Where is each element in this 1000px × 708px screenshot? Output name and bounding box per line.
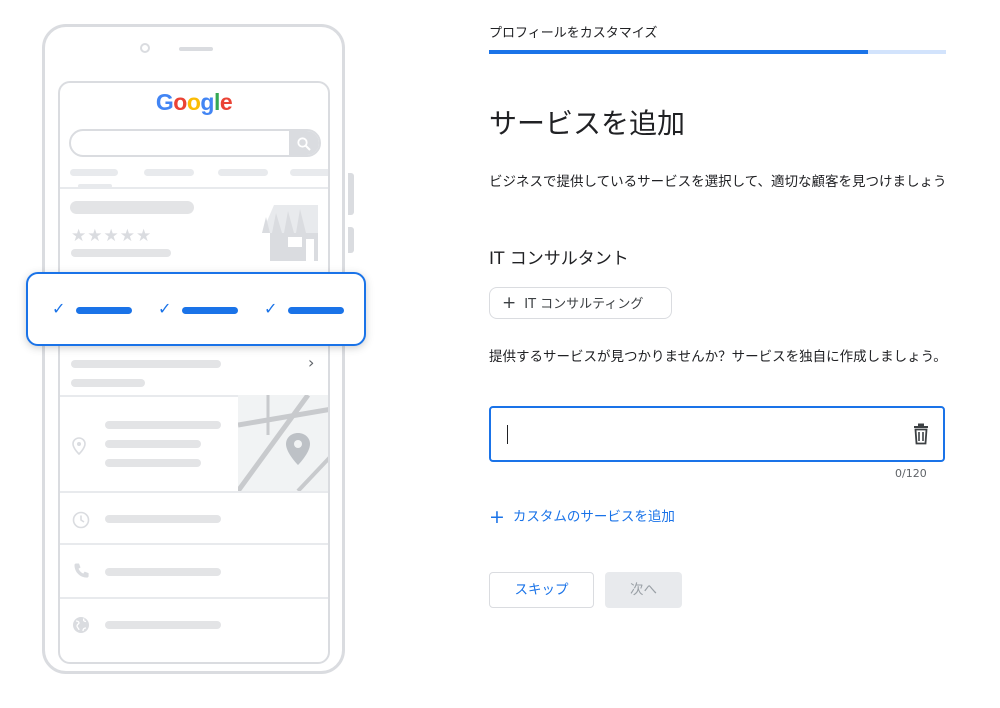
search-icon (289, 131, 319, 155)
chip-label: IT コンサルティング (524, 297, 644, 312)
placeholder-bar (105, 515, 221, 523)
progress-bar-fill (489, 50, 869, 54)
phone-illustration: Google ★★★★★ › (42, 24, 354, 674)
phone-side-button (348, 173, 354, 215)
delete-icon[interactable] (911, 423, 931, 449)
chevron-right-icon: › (308, 353, 315, 372)
placeholder-bar (70, 201, 194, 214)
phone-side-button (348, 227, 354, 253)
placeholder-bar (71, 379, 145, 387)
plus-icon: + (502, 293, 517, 313)
custom-service-input[interactable] (505, 420, 889, 450)
checkmark-icon: ✓ (264, 299, 278, 318)
custom-service-field[interactable] (489, 406, 945, 462)
selected-services-card: ✓ ✓ ✓ (26, 272, 366, 346)
progress-bar (489, 50, 946, 54)
business-category: IT コンサルタント (489, 249, 629, 269)
placeholder-bar (105, 568, 221, 576)
checkmark-icon: ✓ (158, 299, 172, 318)
text-caret (507, 425, 508, 444)
page-title: サービスを追加 (489, 107, 686, 140)
phone-camera (140, 43, 150, 53)
add-custom-service-link[interactable]: + カスタムのサービスを追加 (489, 505, 675, 528)
next-button[interactable]: 次へ (605, 572, 682, 608)
globe-icon (72, 616, 90, 638)
char-counter: 0/120 (895, 467, 927, 480)
progress-label: プロフィールをカスタマイズ (489, 26, 658, 41)
skip-button[interactable]: スキップ (489, 572, 594, 608)
suggested-service-chip[interactable]: + IT コンサルティング (489, 287, 672, 319)
phone-screen: Google ★★★★★ › (58, 81, 330, 664)
illustration-tabs (68, 169, 328, 177)
placeholder-bar (71, 360, 221, 368)
logo-letter: o (173, 89, 187, 115)
storefront-icon (260, 203, 322, 265)
logo-letter: o (186, 89, 201, 115)
checkmark-icon: ✓ (52, 299, 66, 318)
placeholder-bar (105, 421, 221, 429)
illustration-search-bar (69, 129, 321, 157)
logo-letter: e (219, 89, 233, 115)
page-description: ビジネスで提供しているサービスを選択して、適切な顧客を見つけましょう (489, 174, 947, 190)
google-logo: Google (60, 89, 328, 116)
placeholder-bar (105, 459, 201, 467)
placeholder-bar (105, 621, 221, 629)
placeholder-bar (105, 440, 201, 448)
phone-icon (72, 562, 90, 584)
clock-icon (72, 511, 90, 533)
phone-speaker (179, 47, 213, 51)
plus-icon: + (489, 506, 505, 528)
map-thumbnail (238, 395, 328, 491)
rating-stars: ★★★★★ (71, 226, 153, 246)
placeholder-bar (71, 249, 171, 257)
add-custom-label: カスタムのサービスを追加 (512, 509, 675, 525)
logo-letter: g (200, 89, 214, 115)
location-pin-icon (72, 437, 86, 459)
custom-service-prompt: 提供するサービスが見つかりませんか？サービスを独自に作成しましょう。 (489, 349, 947, 365)
logo-letter: G (155, 89, 174, 115)
